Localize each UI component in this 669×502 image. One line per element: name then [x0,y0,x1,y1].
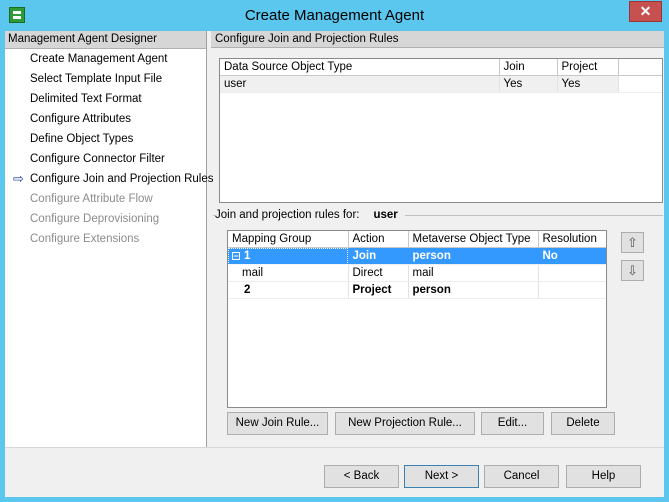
column-header-join[interactable]: Join [499,59,558,76]
column-header-project[interactable]: Project [557,59,619,76]
step-label: Configure Deprovisioning [30,213,160,225]
cell-action: Join [348,247,409,265]
step-label: Delimited Text Format [30,93,142,105]
cell-project: Yes [557,75,619,93]
table-row[interactable]: 2 Project person [228,281,606,299]
column-header-filler [618,59,662,76]
cell-object-type: user [220,75,500,93]
title-bar: Create Management Agent ✕ [0,0,669,31]
cell-mapping-group: mail [228,264,349,282]
column-header-data-source-object-type[interactable]: Data Source Object Type [220,59,500,76]
move-up-button[interactable]: ⇧ [621,232,644,253]
step-define-object-types[interactable]: Define Object Types [5,129,206,149]
cell-mapping-group: 2 [228,281,349,299]
page-title: Configure Join and Projection Rules [211,31,664,48]
data-source-object-types-grid[interactable]: Data Source Object Type Join Project use… [219,58,663,203]
help-button[interactable]: Help [566,465,641,488]
edit-button[interactable]: Edit... [481,412,544,435]
delete-button[interactable]: Delete [551,412,615,435]
step-label: Define Object Types [30,133,134,145]
cell-resolution [538,281,606,299]
rules-object-name: user [373,209,398,221]
rules-group-label: Join and projection rules for: user [215,209,398,221]
column-header-mapping-group[interactable]: Mapping Group [228,231,349,248]
arrow-down-icon: ⇩ [627,263,638,278]
cell-resolution [538,264,606,282]
step-label: Configure Connector Filter [30,153,165,165]
cell-resolution: No [538,247,606,265]
current-step-arrow-icon: ⇨ [13,171,24,186]
wizard-steps-panel: Management Agent Designer Create Managem… [5,31,213,447]
cell-join: Yes [499,75,558,93]
column-header-action[interactable]: Action [348,231,409,248]
next-button[interactable]: Next > [404,465,479,488]
step-label: Configure Join and Projection Rules [30,173,214,185]
window-frame-bottom [0,497,669,502]
rules-label: Join and projection rules for: [215,209,360,221]
cell-mv-type: person [408,281,539,299]
new-projection-rule-button[interactable]: New Projection Rule... [335,412,475,435]
step-select-template-input-file[interactable]: Select Template Input File [5,69,206,89]
table-row[interactable]: mail Direct mail [228,264,606,282]
footer-divider [5,447,664,448]
table-row-selected[interactable]: −1 Join person No [228,247,606,265]
step-label: Configure Attribute Flow [30,193,153,205]
collapse-icon[interactable]: − [232,251,240,260]
step-delimited-text-format[interactable]: Delimited Text Format [5,89,206,109]
step-configure-extensions: Configure Extensions [5,229,206,249]
close-button[interactable]: ✕ [629,1,662,22]
step-configure-join-projection-rules[interactable]: ⇨ Configure Join and Projection Rules [5,169,213,189]
cell-action: Direct [348,264,409,282]
column-header-resolution[interactable]: Resolution [538,231,606,248]
window-frame-right [664,31,669,497]
step-label: Configure Attributes [30,113,132,125]
steps-header: Management Agent Designer [5,31,206,49]
cell-mv-type: person [408,247,539,265]
step-configure-connector-filter[interactable]: Configure Connector Filter [5,149,206,169]
step-configure-attribute-flow: Configure Attribute Flow [5,189,206,209]
arrow-up-icon: ⇧ [627,235,638,250]
step-create-management-agent[interactable]: Create Management Agent [5,49,206,69]
cancel-button[interactable]: Cancel [484,465,559,488]
cell-action: Project [348,281,409,299]
step-configure-attributes[interactable]: Configure Attributes [5,109,206,129]
cell-mv-type: mail [408,264,539,282]
window-title: Create Management Agent [244,7,425,24]
step-label: Create Management Agent [30,53,168,65]
move-down-button[interactable]: ⇩ [621,260,644,281]
step-configure-deprovisioning: Configure Deprovisioning [5,209,206,229]
mapping-groups-grid[interactable]: Mapping Group Action Metaverse Object Ty… [227,230,607,408]
table-row[interactable]: user Yes Yes [220,75,662,93]
column-header-metaverse-object-type[interactable]: Metaverse Object Type [408,231,539,248]
cell-mapping-group: −1 [228,247,349,265]
step-label: Configure Extensions [30,233,140,245]
step-label: Select Template Input File [30,73,163,85]
new-join-rule-button[interactable]: New Join Rule... [227,412,328,435]
back-button[interactable]: < Back [324,465,399,488]
